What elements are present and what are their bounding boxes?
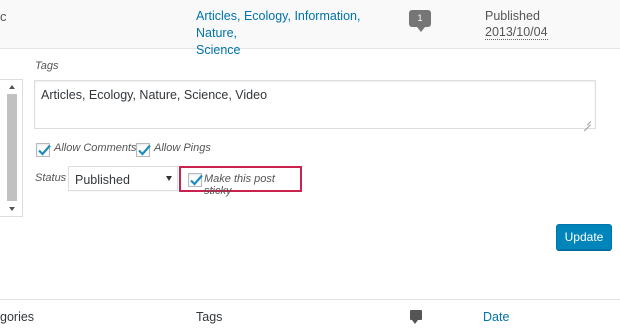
categories-links: Articles, Ecology, Information, Nature, … (196, 9, 361, 57)
tags-textarea[interactable]: Articles, Ecology, Nature, Science, Vide… (34, 80, 596, 129)
post-date: 2013/10/04 (485, 25, 548, 40)
scroll-thumb[interactable] (7, 94, 17, 201)
allow-pings-checkbox[interactable] (136, 143, 151, 157)
status-label: Status (35, 172, 67, 184)
category-link[interactable]: Information (294, 9, 357, 23)
tags-label: Tags (35, 60, 59, 72)
date-column-header[interactable]: Date (483, 310, 509, 324)
category-link[interactable]: Nature (196, 26, 234, 40)
allow-comments-label: Allow Comments (54, 142, 137, 154)
checkmark-icon (138, 144, 151, 156)
chevron-down-icon (166, 176, 172, 181)
sticky-option-highlight: Make this post sticky (179, 166, 302, 197)
table-footer-headers: gories Tags Date (0, 299, 620, 331)
scroll-up-arrow-icon[interactable] (9, 85, 15, 89)
make-sticky-checkbox[interactable] (188, 173, 203, 187)
update-button[interactable]: Update (556, 224, 612, 250)
status-select[interactable]: Published (68, 166, 178, 191)
category-link[interactable]: Ecology (244, 9, 288, 23)
comment-count-bubble[interactable]: 1 (409, 10, 431, 32)
categories-column-header[interactable]: gories (0, 310, 34, 324)
resize-grip-icon[interactable] (585, 119, 591, 125)
status-selected-value: Published (75, 173, 130, 187)
checkmark-icon (190, 174, 203, 186)
category-link[interactable]: Science (196, 43, 240, 57)
post-title-fragment: c (0, 9, 7, 24)
post-list-row: c Articles, Ecology, Information, Nature… (0, 0, 620, 57)
checkmark-icon (38, 144, 51, 156)
scroll-down-arrow-icon[interactable] (9, 207, 15, 211)
allow-pings-label: Allow Pings (154, 142, 211, 154)
make-sticky-label: Make this post sticky (204, 173, 275, 197)
comment-icon[interactable] (410, 310, 422, 324)
allow-comments-checkbox[interactable] (36, 143, 51, 157)
category-link[interactable]: Articles (196, 9, 237, 23)
post-status: Published (485, 9, 540, 23)
tags-column-header: Tags (196, 310, 223, 324)
tags-value: Articles, Ecology, Nature, Science, Vide… (41, 88, 268, 102)
